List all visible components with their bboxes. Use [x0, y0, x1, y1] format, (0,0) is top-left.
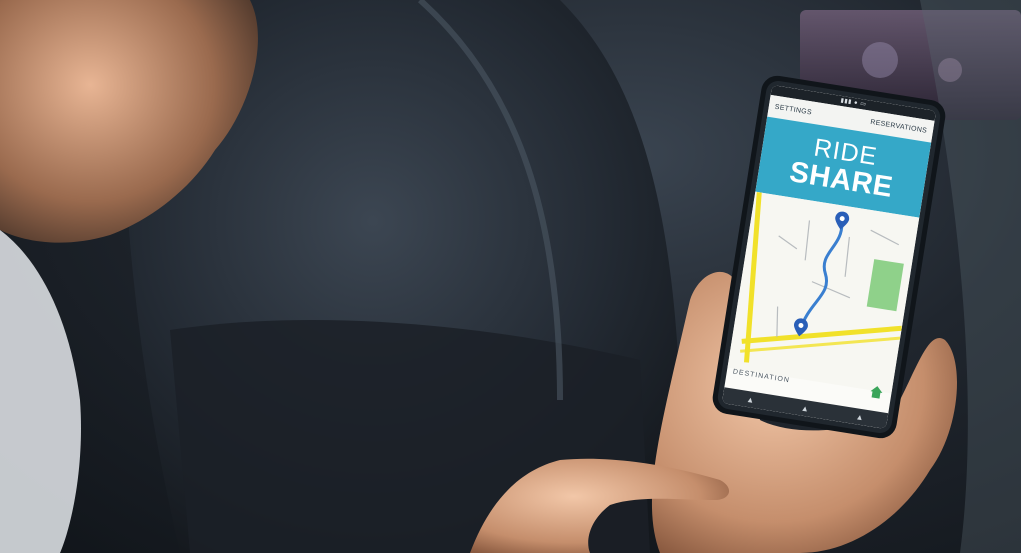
settings-tab[interactable]: SETTINGS [774, 103, 812, 116]
home-icon[interactable] [868, 384, 884, 400]
road-horizontal [741, 325, 902, 344]
reservations-tab[interactable]: RESERVATIONS [870, 118, 928, 134]
nav-triangle-icon[interactable]: ▲ [800, 403, 809, 413]
person-shoulder [0, 230, 81, 553]
banner-title-line2: SHARE [787, 156, 896, 204]
park-area [866, 259, 904, 312]
nav-triangle-icon[interactable]: ▲ [746, 394, 755, 404]
photo-scene: ▮▮▮ ● ▭ SETTINGS RESERVATIONS RIDE SHARE [0, 0, 1021, 553]
pin-icon [835, 211, 850, 230]
route-line [798, 221, 844, 331]
nav-triangle-icon[interactable]: ▲ [855, 412, 864, 422]
route-map[interactable] [727, 191, 920, 394]
